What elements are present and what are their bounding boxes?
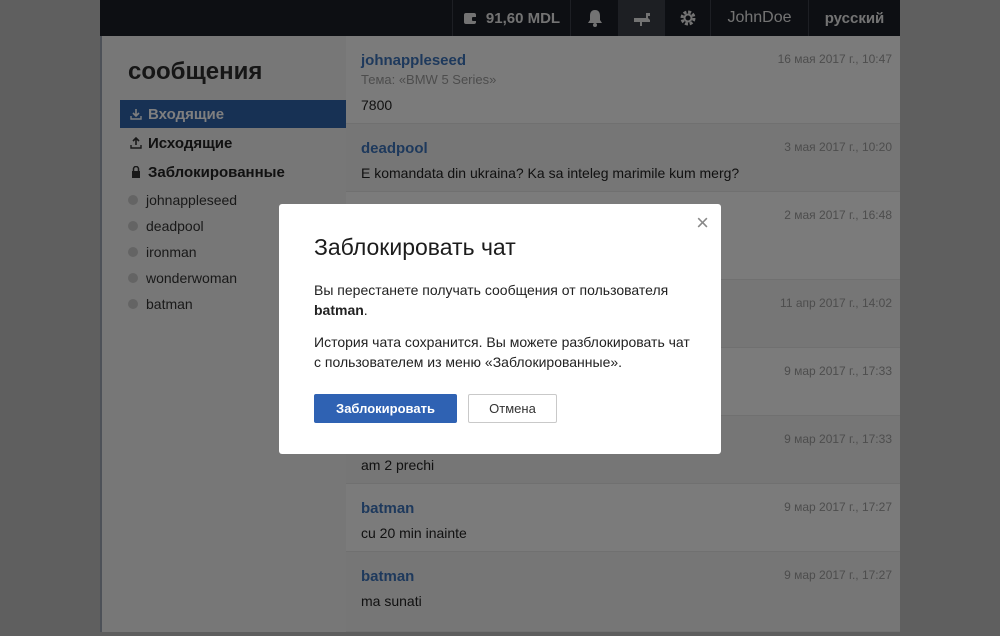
- dialog-message-text: Вы перестанете получать сообщения от пол…: [314, 282, 669, 298]
- close-icon[interactable]: ×: [696, 212, 709, 234]
- dialog-note: История чата сохранится. Вы можете разбл…: [314, 334, 690, 370]
- cancel-button[interactable]: Отмена: [468, 394, 557, 423]
- dialog-title: Заблокировать чат: [314, 234, 516, 260]
- blocked-username: batman: [314, 302, 364, 318]
- block-chat-dialog: × Заблокировать чат Вы перестанете получ…: [279, 204, 721, 454]
- dialog-message: Вы перестанете получать сообщения от пол…: [314, 280, 694, 320]
- block-button[interactable]: Заблокировать: [314, 394, 457, 423]
- dialog-message-end: .: [363, 302, 368, 318]
